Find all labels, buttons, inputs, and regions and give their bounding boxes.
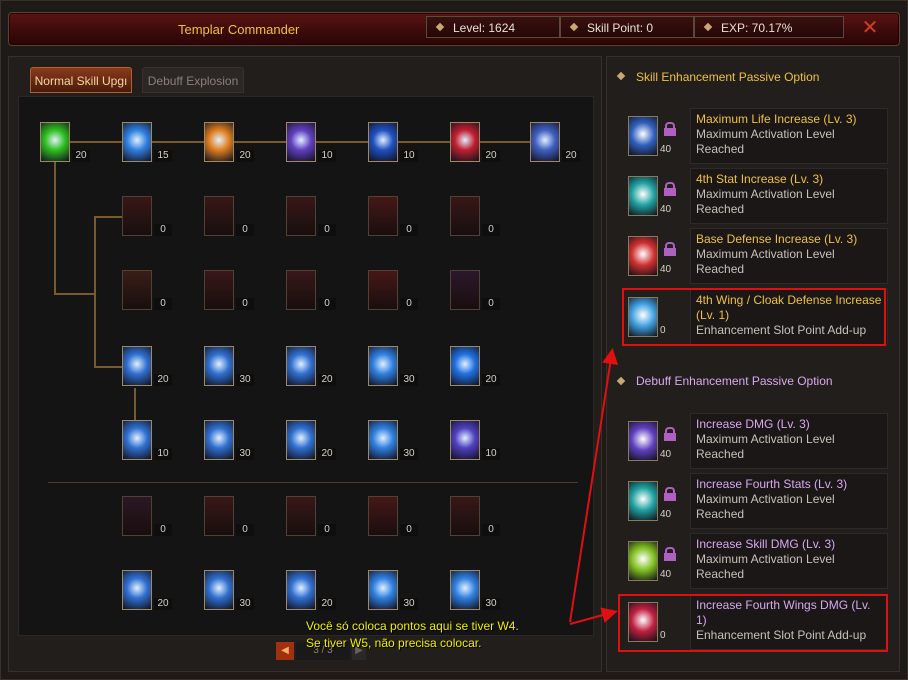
annotation-line-1: Você só coloca pontos aqui se tiver W4.: [306, 619, 519, 633]
annotation-arrows: [569, 348, 619, 625]
annotation-note: Você só coloca pontos aqui se tiver W4. …: [306, 618, 519, 652]
arrow-to-wings-dmg: [569, 607, 618, 625]
annotation-line-2: Se tiver W5, não precisa colocar.: [306, 636, 482, 650]
arrow-to-wing-defense: [569, 348, 619, 623]
